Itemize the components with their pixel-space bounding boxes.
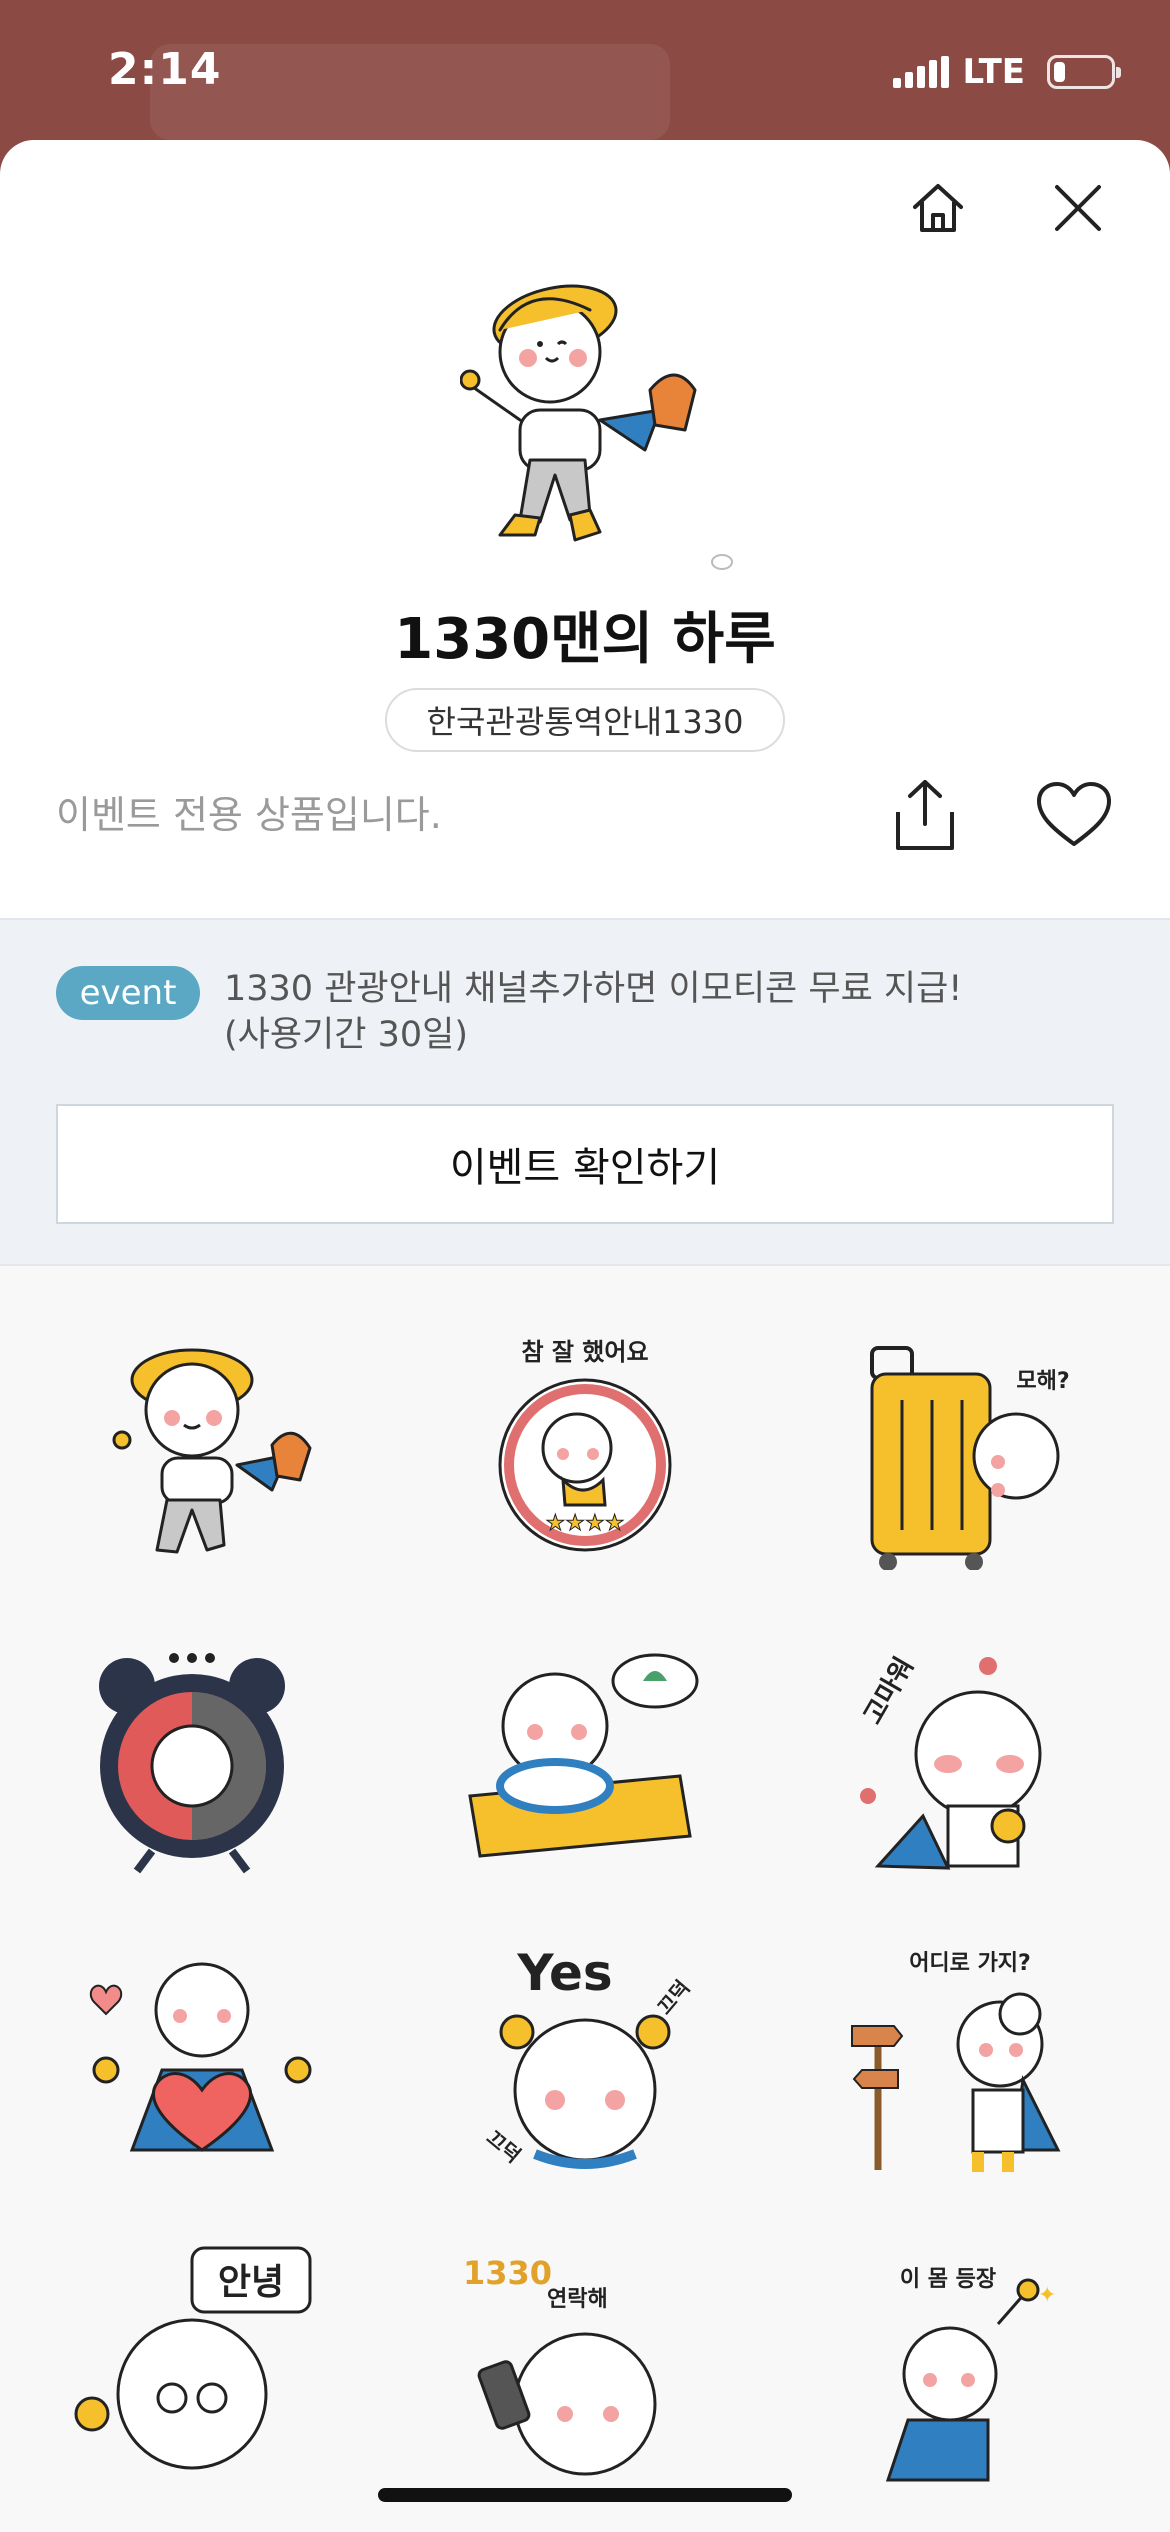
sticker-travel-bag[interactable] <box>455 1636 715 1876</box>
close-icon[interactable] <box>1046 176 1110 240</box>
event-badge: event <box>56 966 200 1020</box>
sticker-well-done[interactable]: 참 잘 했어요 ★★★★ <box>455 1330 715 1570</box>
event-line-1: 1330 관광안내 채널추가하면 이모티콘 무료 지급! <box>224 969 963 1009</box>
signal-icon <box>892 56 949 88</box>
sticker-caption: 연락해 <box>547 2287 608 2312</box>
sticker-alarm-clock[interactable] <box>72 1636 332 1876</box>
sticker-caption-nod: 끄덕 <box>652 1976 694 2020</box>
product-title: 1330맨의 하루 <box>394 607 776 672</box>
sticker-what-doing[interactable]: 모해? <box>838 1330 1098 1570</box>
sticker-caption-number: 1330 <box>463 2254 552 2292</box>
status-bar: 2:14 LTE <box>0 0 1170 150</box>
status-indicators: LTE <box>892 52 1121 92</box>
sticker-here-i-come[interactable]: 이 몸 등장 ✦ <box>838 2244 1098 2484</box>
sticker-heart-love[interactable] <box>72 1940 332 2180</box>
hero-character-image <box>460 284 733 570</box>
sticker-walking[interactable] <box>72 1330 332 1570</box>
home-indicator <box>378 2488 792 2502</box>
creator-chip[interactable]: 한국관광통역안내1330 <box>385 688 785 752</box>
event-check-button[interactable]: 이벤트 확인하기 <box>56 1104 1114 1224</box>
sticker-yes-nod[interactable]: Yes 끄덕 끄덕 <box>455 1940 715 2180</box>
status-time: 2:14 <box>108 44 222 95</box>
sticker-caption: 안녕 <box>218 2262 284 2303</box>
event-panel: event 1330 관광안내 채널추가하면 이모티콘 무료 지급! (사용기간… <box>0 918 1170 1266</box>
sheet-header-actions <box>906 176 1110 240</box>
svg-text:★★★★: ★★★★ <box>546 1511 625 1536</box>
background-message-preview <box>150 44 670 140</box>
battery-level <box>1054 62 1065 82</box>
share-icon[interactable] <box>890 776 960 854</box>
sticker-grid: 참 잘 했어요 ★★★★ 모해? 고마워 Yes 끄덕 끄덕 어디로 가지? 안… <box>0 1266 1170 2532</box>
sticker-where-to-go[interactable]: 어디로 가지? <box>838 1940 1098 2180</box>
heart-outline-icon[interactable] <box>1034 780 1114 850</box>
sticker-caption: 참 잘 했어요 <box>521 1338 648 1366</box>
home-icon[interactable] <box>906 176 970 240</box>
product-description: 이벤트 전용 상품입니다. <box>56 793 442 837</box>
sticker-caption-nod: 끄덕 <box>482 2125 526 2167</box>
svg-text:✦: ✦ <box>1038 2283 1056 2308</box>
sticker-contact-1330[interactable]: 1330 연락해 <box>455 2244 715 2484</box>
emoticon-detail-sheet: 1330맨의 하루 한국관광통역안내1330 이벤트 전용 상품입니다. eve… <box>0 140 1170 2532</box>
event-description: 1330 관광안내 채널추가하면 이모티콘 무료 지급! (사용기간 30일) <box>224 966 962 1058</box>
sticker-caption: 이 몸 등장 <box>900 2267 996 2292</box>
battery-icon <box>1047 55 1121 89</box>
sticker-caption: 어디로 가지? <box>909 1951 1031 1976</box>
sticker-caption: Yes <box>516 1944 612 2002</box>
network-label: LTE <box>962 52 1025 92</box>
sticker-caption: 고마워 <box>858 1652 920 1729</box>
sticker-thank-you[interactable]: 고마워 <box>838 1636 1098 1876</box>
sticker-hello[interactable]: 안녕 <box>72 2244 332 2484</box>
event-line-2: (사용기간 30일) <box>224 1015 468 1055</box>
sticker-caption: 모해? <box>1016 1369 1069 1394</box>
